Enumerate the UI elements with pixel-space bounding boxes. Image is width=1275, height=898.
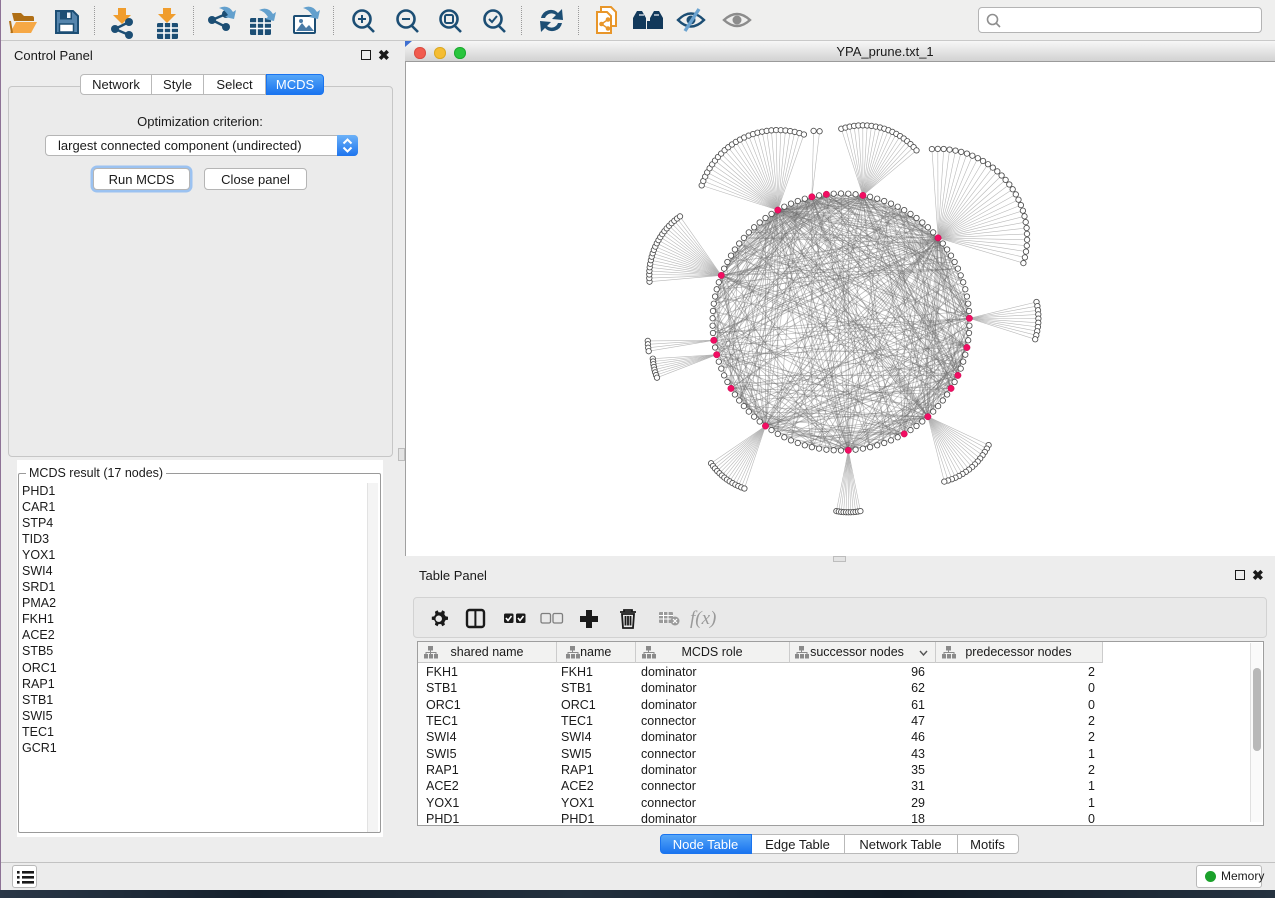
svg-text:f(x): f(x) bbox=[690, 608, 716, 629]
